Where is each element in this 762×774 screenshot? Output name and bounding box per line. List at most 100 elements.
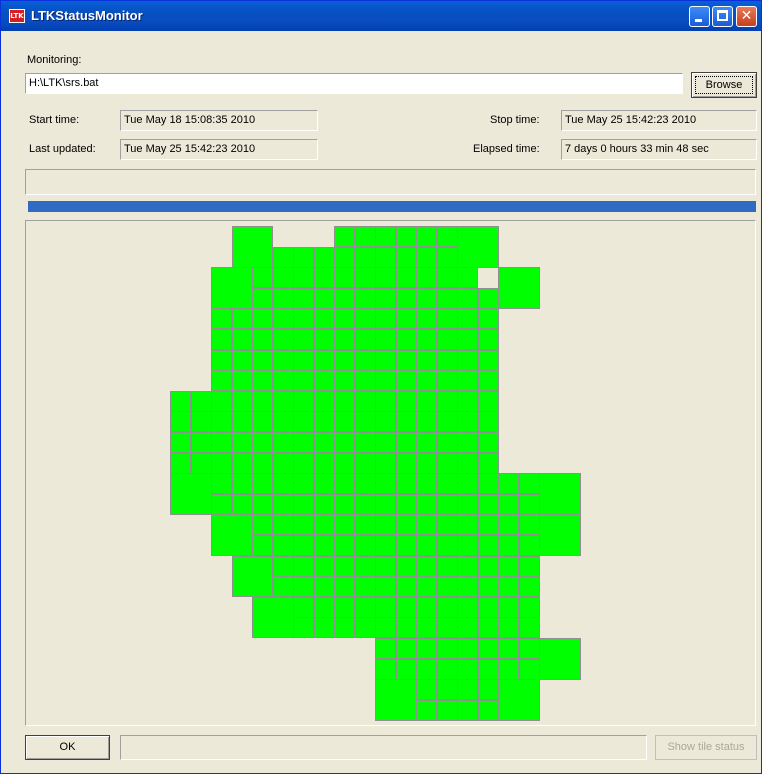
tile[interactable] [436,432,458,454]
tile[interactable] [354,452,376,474]
tile[interactable] [334,514,355,536]
tile[interactable] [436,226,458,248]
tile[interactable] [334,226,355,248]
tile[interactable] [334,432,355,454]
tile[interactable] [375,679,417,721]
tile[interactable] [375,226,396,248]
tile[interactable] [395,617,417,639]
tile[interactable] [313,473,335,495]
tile[interactable] [477,308,499,330]
tile[interactable] [375,638,396,660]
tile[interactable] [354,576,376,598]
tile[interactable] [416,432,437,454]
tile[interactable] [313,308,335,330]
tile[interactable] [375,473,396,495]
tile[interactable] [395,411,417,433]
tile[interactable] [354,617,376,639]
tile[interactable] [354,596,376,618]
tile[interactable] [293,535,314,557]
tile[interactable] [477,370,499,392]
tile[interactable] [416,699,437,721]
tile[interactable] [395,658,417,680]
ok-button[interactable]: OK [25,735,110,760]
tile[interactable] [375,267,396,289]
tile[interactable] [313,329,335,351]
tile[interactable] [272,473,294,495]
tile[interactable] [375,308,396,330]
tile[interactable] [416,390,437,412]
tile[interactable] [231,226,273,268]
tile[interactable] [539,514,581,557]
tile[interactable] [375,370,396,392]
tile[interactable] [293,617,314,639]
tile[interactable] [498,617,519,639]
tile[interactable] [416,638,437,660]
tile[interactable] [211,432,232,454]
monitoring-path-field[interactable]: H:\LTK\srs.bat [25,73,683,94]
tile[interactable] [334,308,355,330]
tile[interactable] [477,535,499,557]
tile[interactable] [477,329,499,351]
tile[interactable] [477,658,499,680]
tile[interactable] [375,535,396,557]
tile[interactable] [190,411,212,433]
tile[interactable] [252,349,273,371]
tile[interactable] [211,349,232,371]
tile[interactable] [293,411,314,433]
tile[interactable] [313,267,335,289]
tile[interactable] [457,555,478,577]
tile[interactable] [334,246,355,268]
tile[interactable] [395,576,417,598]
tile[interactable] [252,370,273,392]
tile[interactable] [354,246,376,268]
tile[interactable] [334,576,355,598]
tile[interactable] [354,308,376,330]
tile[interactable] [354,267,376,289]
tile[interactable] [477,390,499,412]
tile[interactable] [416,617,437,639]
tile[interactable] [416,370,437,392]
tile[interactable] [231,452,253,474]
tile[interactable] [231,390,253,412]
tile[interactable] [395,226,417,248]
tile[interactable] [252,267,273,289]
tile[interactable] [477,679,499,701]
tile[interactable] [436,638,458,660]
tile[interactable] [231,370,253,392]
tile[interactable] [375,555,396,577]
tile[interactable] [375,329,396,351]
tile[interactable] [354,514,376,536]
tile[interactable] [457,452,478,474]
tile[interactable] [375,576,396,598]
tile[interactable] [457,679,478,701]
tile[interactable] [272,390,294,412]
tile[interactable] [354,349,376,371]
tile[interactable] [477,287,499,309]
tile[interactable] [211,452,232,474]
tile[interactable] [334,452,355,474]
tile[interactable] [457,267,478,289]
tile[interactable] [354,432,376,454]
tile[interactable] [457,658,478,680]
tile[interactable] [293,267,314,289]
tile[interactable] [436,473,458,495]
tile[interactable] [436,493,458,515]
tile[interactable] [436,617,458,639]
tile[interactable] [211,329,232,351]
tile[interactable] [252,452,273,474]
tile[interactable] [375,617,396,639]
tile[interactable] [252,308,273,330]
tile[interactable] [457,349,478,371]
tile[interactable] [375,452,396,474]
tile[interactable] [416,308,437,330]
tile[interactable] [498,535,519,557]
tile[interactable] [293,432,314,454]
tile[interactable] [416,411,437,433]
tile[interactable] [375,658,396,680]
tile[interactable] [211,473,232,495]
tile[interactable] [272,287,294,309]
tile[interactable] [313,576,335,598]
tile[interactable] [293,287,314,309]
tile[interactable] [395,349,417,371]
tile[interactable] [416,226,437,248]
